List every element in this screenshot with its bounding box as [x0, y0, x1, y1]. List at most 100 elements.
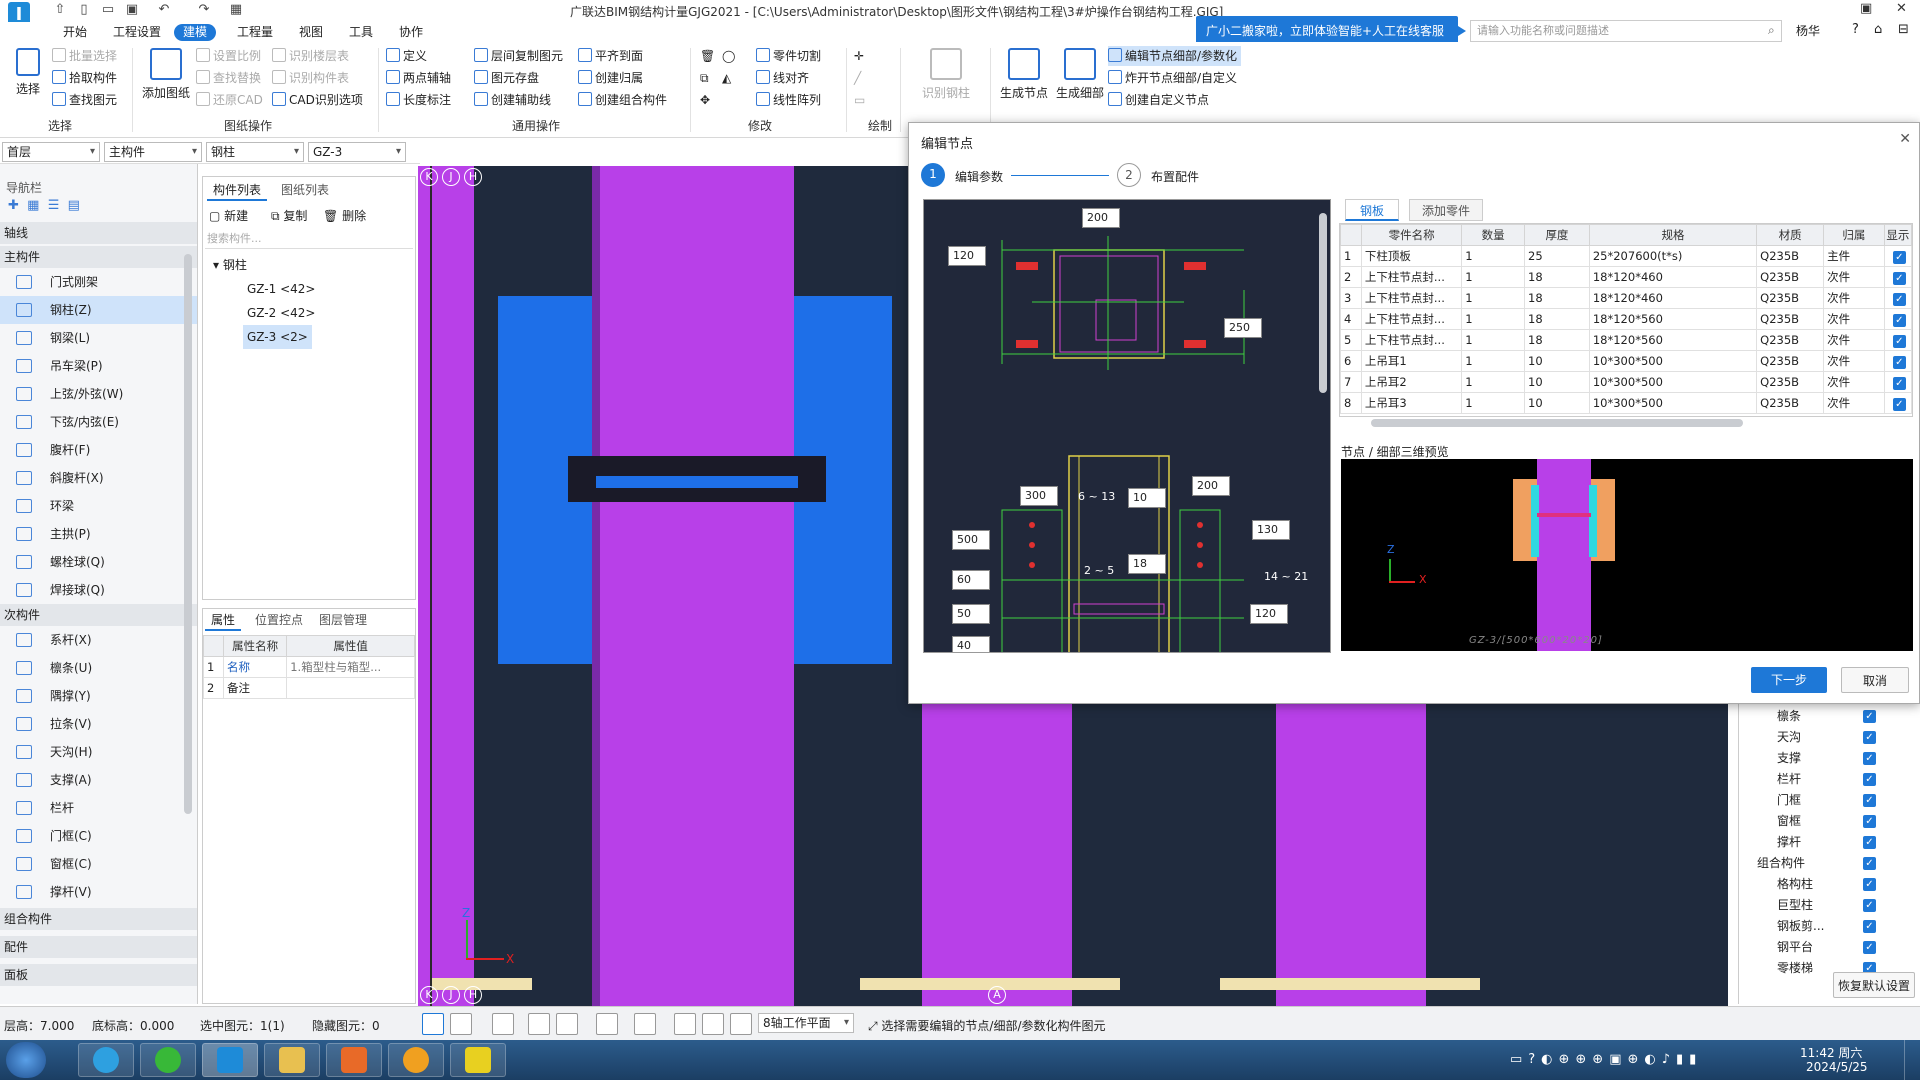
upload-icon[interactable]: ⇧ — [52, 2, 68, 18]
nav-category-sub[interactable]: 次构件 — [0, 604, 197, 626]
tab-tools[interactable]: 工具 — [340, 24, 382, 41]
taskbar-app-help[interactable] — [450, 1043, 506, 1077]
pin-icon[interactable]: ✚ — [8, 198, 19, 213]
dimension-input[interactable]: 500 — [952, 530, 990, 550]
layer-item[interactable]: 巨型柱 ✓ — [1739, 895, 1920, 916]
clock-date[interactable]: 2024/5/25 — [1806, 1060, 1868, 1074]
dimension-input[interactable]: 120 — [948, 246, 986, 266]
layer-item[interactable]: 撑杆 ✓ — [1739, 832, 1920, 853]
point-draw-icon[interactable]: ✛ — [854, 46, 864, 66]
nav-item[interactable]: 支撑(A) — [0, 766, 197, 794]
layout-icon[interactable] — [702, 1013, 724, 1035]
rotate-view-icon[interactable] — [556, 1013, 578, 1035]
nav-scrollbar[interactable] — [184, 254, 192, 814]
show-checkbox[interactable]: ✓ — [1892, 355, 1906, 369]
line-align-button[interactable]: 线对齐 — [756, 68, 809, 88]
tab-add-part[interactable]: 添加零件 — [1409, 199, 1484, 221]
help-icon[interactable]: ? — [1852, 22, 1859, 37]
dimension-input[interactable]: 250 — [1224, 318, 1262, 338]
nav-category-axis[interactable]: 轴线 — [0, 222, 197, 244]
3d-preview[interactable]: Z X GZ-3/[500*600*20*20] — [1341, 459, 1913, 651]
layer-visibility-checkbox[interactable]: ✓ — [1863, 878, 1876, 891]
nav-item[interactable]: 钢柱(Z) — [0, 296, 197, 324]
table-row[interactable]: 3 上下柱节点封... 1 18 18*120*460 Q235B 次件 ✓ — [1340, 287, 1912, 309]
batch-select-button[interactable]: 批量选择 — [52, 46, 117, 66]
grid-view-icon[interactable]: ▦ — [27, 198, 39, 213]
align-to-face-button[interactable]: 平齐到面 — [578, 46, 643, 66]
table-row[interactable]: 1 名称 1.箱型柱与箱型... — [203, 656, 415, 678]
pick-component-button[interactable]: 拾取构件 — [52, 68, 117, 88]
search-icon[interactable]: ⌕ — [1768, 23, 1775, 38]
show-checkbox[interactable]: ✓ — [1892, 376, 1906, 390]
settings-icon[interactable]: ⊟ — [1898, 22, 1909, 37]
identify-component-table-button[interactable]: 识别构件表 — [272, 68, 349, 88]
show-checkbox[interactable]: ✓ — [1892, 292, 1906, 306]
table-row[interactable]: 7 上吊耳2 1 10 10*300*500 Q235B 次件 ✓ — [1340, 371, 1912, 393]
layer-visibility-checkbox[interactable]: ✓ — [1863, 857, 1876, 870]
select-button[interactable]: 选择 — [10, 48, 46, 97]
restore-cad-button[interactable]: 还原CAD — [196, 90, 263, 110]
column-lower-right-1[interactable] — [922, 700, 1072, 1006]
nav-item[interactable]: 主拱(P) — [0, 520, 197, 548]
node-parameter-drawing[interactable]: 200 120 250 300 6 ~ 13 10 200 500 130 2 … — [923, 199, 1331, 653]
restore-defaults-button[interactable]: 恢复默认设置 — [1833, 972, 1915, 998]
nav-item[interactable]: 门框(C) — [0, 822, 197, 850]
layer-item[interactable]: 格构柱 ✓ — [1739, 874, 1920, 895]
create-auxline-button[interactable]: 创建辅助线 — [474, 90, 551, 110]
layer-item[interactable]: 门框 ✓ — [1739, 790, 1920, 811]
tab-start[interactable]: 开始 — [54, 24, 96, 41]
generate-detail-button[interactable]: 生成细部 — [1052, 48, 1108, 101]
show-checkbox[interactable]: ✓ — [1892, 271, 1906, 285]
tab-component-list[interactable]: 构件列表 — [207, 179, 268, 201]
table-row[interactable]: 8 上吊耳3 1 10 10*300*500 Q235B 次件 ✓ — [1340, 392, 1912, 414]
nav-item[interactable]: 上弦/外弦(W) — [0, 380, 197, 408]
create-ownership-button[interactable]: 创建归属 — [578, 68, 643, 88]
set-scale-button[interactable]: 设置比例 — [196, 46, 261, 66]
two-point-axis-button[interactable]: 两点辅轴 — [386, 68, 451, 88]
doc-view-icon[interactable]: ▤ — [68, 198, 80, 213]
create-custom-node-button[interactable]: 创建自定义节点 — [1108, 90, 1209, 110]
column-lower-right-2[interactable] — [1276, 700, 1426, 1006]
nav-item[interactable]: 窗框(C) — [0, 850, 197, 878]
cross-icon[interactable] — [528, 1013, 550, 1035]
category-select[interactable]: 钢柱 — [206, 142, 304, 162]
new-file-icon[interactable]: ▯ — [76, 2, 92, 18]
table-row[interactable]: 5 上下柱节点封... 1 18 18*120*560 Q235B 次件 ✓ — [1340, 329, 1912, 351]
nav-item[interactable]: 斜腹杆(X) — [0, 464, 197, 492]
rotate-icon[interactable]: ◯ — [722, 46, 735, 66]
copy-button[interactable]: ⧉ 复制 — [271, 207, 307, 224]
part-cut-button[interactable]: 零件切割 — [756, 46, 821, 66]
layer-visibility-checkbox[interactable]: ✓ — [1863, 941, 1876, 954]
delete-icon[interactable]: 🗑 — [700, 46, 715, 66]
rect-draw-icon[interactable]: ▭ — [854, 90, 865, 110]
dimension-input[interactable]: 130 — [1252, 520, 1290, 540]
dimension-input[interactable]: 18 — [1128, 554, 1166, 574]
next-step-button[interactable]: 下一步 — [1751, 667, 1827, 693]
layer-item[interactable]: 钢板剪... ✓ — [1739, 916, 1920, 937]
component-search-input[interactable]: 搜索构件... — [205, 229, 413, 249]
nav-category-main[interactable]: 主构件 — [0, 246, 197, 268]
close-window-icon[interactable]: ✕ — [1896, 1, 1907, 16]
layer-visibility-checkbox[interactable]: ✓ — [1863, 710, 1876, 723]
find-element-button[interactable]: 查找图元 — [52, 90, 117, 110]
nav-item[interactable]: 环梁 — [0, 492, 197, 520]
layer-item[interactable]: 窗框 ✓ — [1739, 811, 1920, 832]
snap-icon[interactable] — [450, 1013, 472, 1035]
tab-drawing-list[interactable]: 图纸列表 — [275, 179, 335, 201]
list-item[interactable]: GZ-2 <42> — [243, 301, 319, 325]
move-icon[interactable]: ✥ — [700, 90, 710, 110]
floor-select[interactable]: 首层 — [2, 142, 100, 162]
save-element-button[interactable]: 图元存盘 — [474, 68, 539, 88]
layer-item[interactable]: 钢平台 ✓ — [1739, 937, 1920, 958]
tab-project-settings[interactable]: 工程设置 — [104, 24, 170, 41]
tab-position-control[interactable]: 位置控点 — [249, 609, 309, 631]
show-desktop-button[interactable] — [1904, 1040, 1920, 1080]
copy-icon[interactable]: ⧉ — [700, 68, 709, 88]
linear-array-button[interactable]: 线性阵列 — [756, 90, 821, 110]
work-plane-select[interactable]: 8轴工作平面 — [758, 1013, 854, 1033]
nav-item[interactable]: 系杆(X) — [0, 626, 197, 654]
identify-steel-column-button[interactable]: 识别钢柱 — [918, 48, 974, 101]
tree-group-steel-column[interactable]: ▾ 钢柱 — [213, 253, 247, 277]
3d-view-icon[interactable] — [492, 1013, 514, 1035]
tab-properties[interactable]: 属性 — [205, 609, 242, 631]
